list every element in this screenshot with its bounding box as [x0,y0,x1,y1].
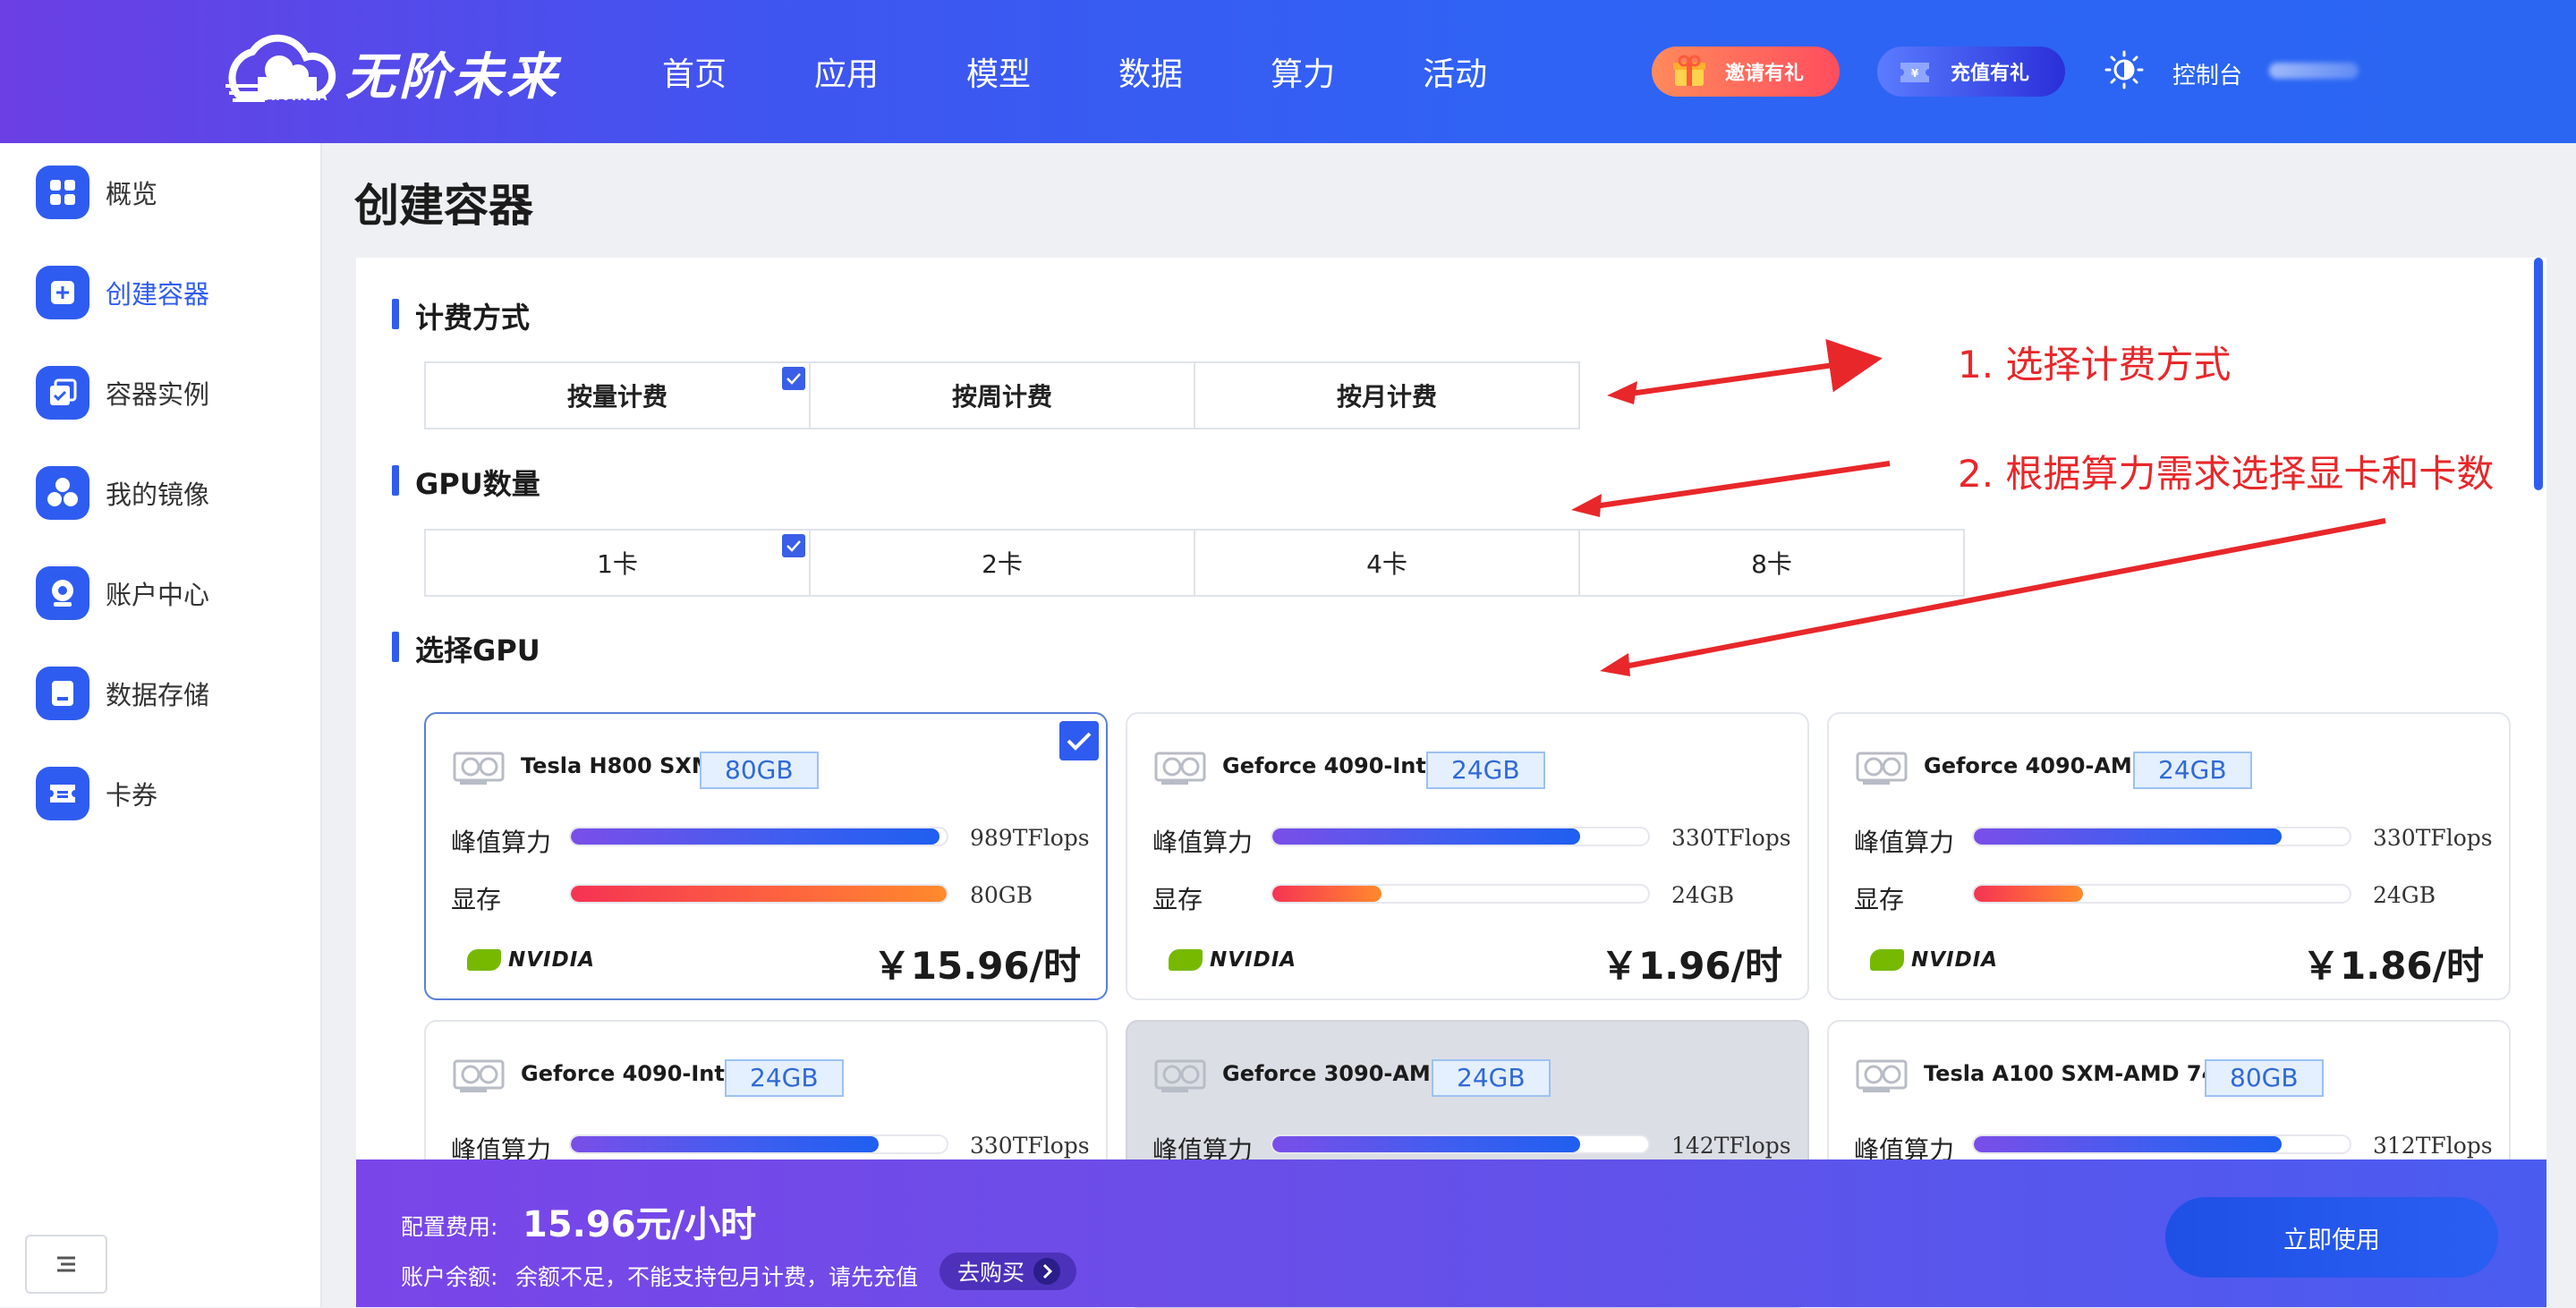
order-summary-bar: 配置费用: 15.96元/小时 账户余额: 余额不足，不能支持包月计费，请先充值… [356,1159,2546,1307]
arrow-to-gpu-select [1610,518,2386,672]
arrowhead [1600,653,1630,676]
balance-label: 账户余额: [401,1264,498,1290]
arrow-to-gpu-count [1581,461,1891,511]
annotation-step2: 2. 根据算力需求选择显卡和卡数 [1958,452,2495,496]
annotation-step1: 1. 选择计费方式 [1958,343,2232,386]
arrowhead [1571,494,1602,517]
go-buy-button[interactable]: 去购买 [939,1253,1077,1290]
go-buy-label: 去购买 [957,1260,1025,1286]
balance-message: 余额不足，不能支持包月计费，请先充值 [515,1264,919,1290]
cost-value: 15.96元/小时 [523,1204,757,1245]
cost-label: 配置费用: [401,1214,498,1240]
arrow-to-billing [1617,338,1883,398]
annotation-arrows [1571,338,2386,676]
chevron-right-icon [1033,1258,1061,1285]
arrowhead [1607,381,1637,404]
use-now-button[interactable]: 立即使用 [2165,1197,2498,1278]
